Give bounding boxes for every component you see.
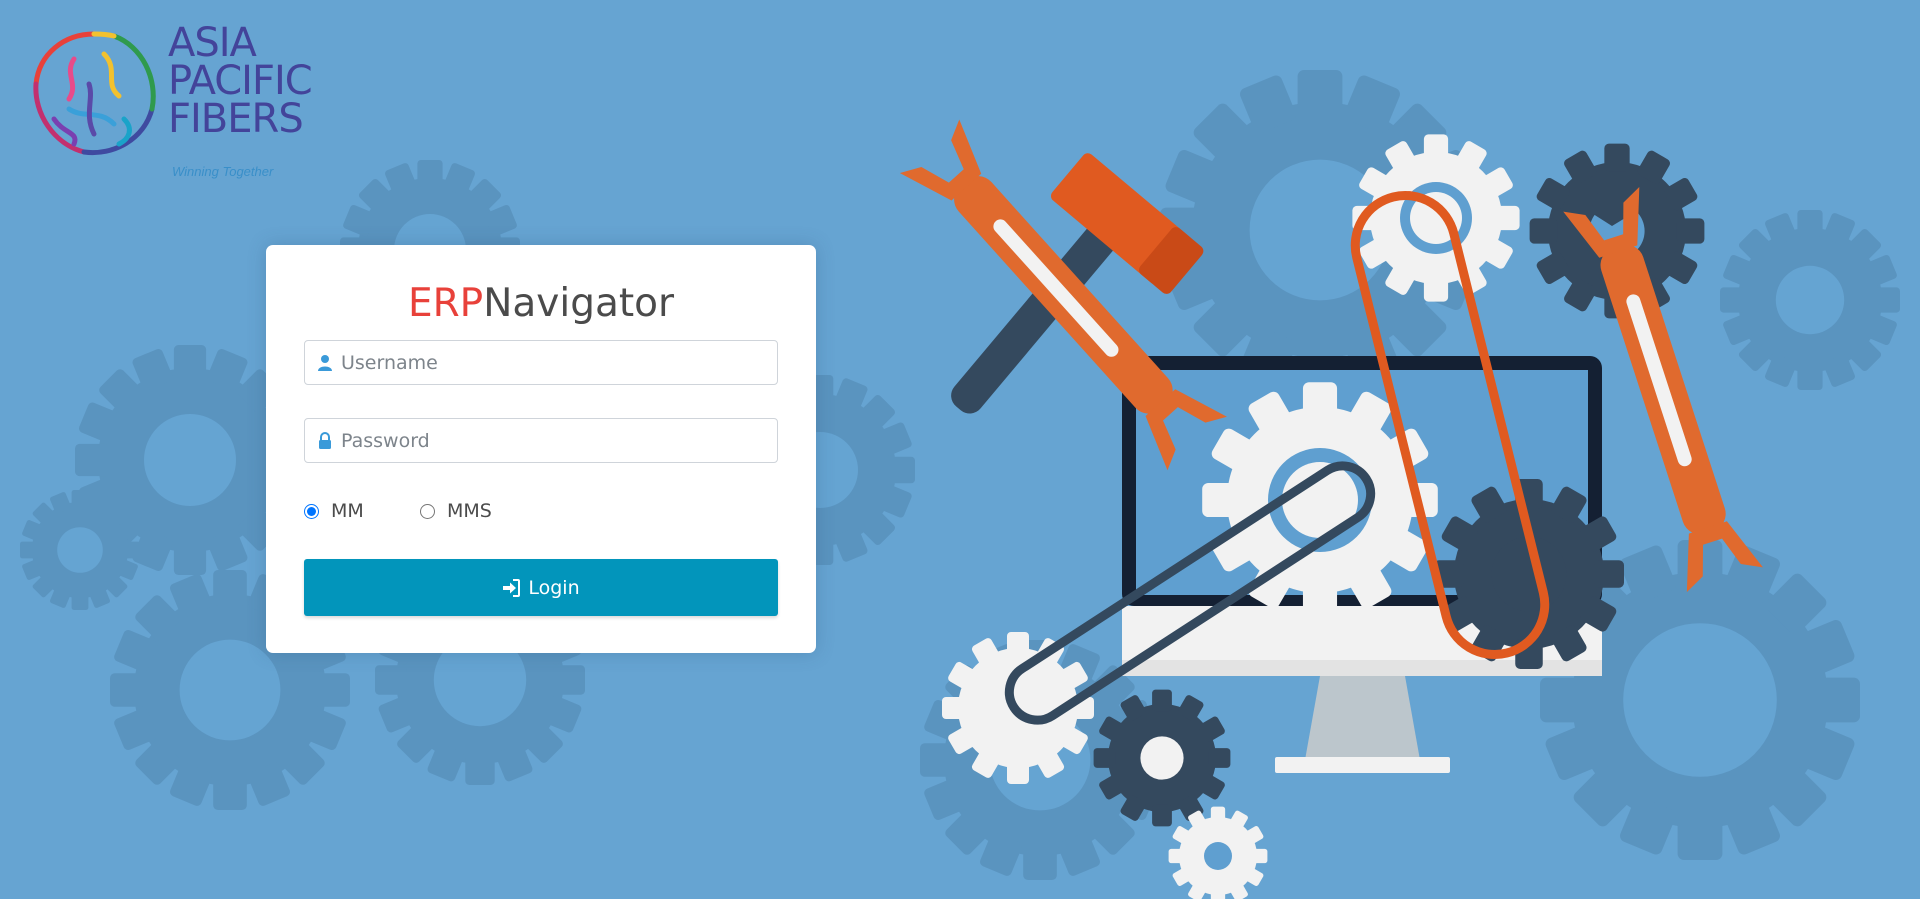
password-input[interactable]: [341, 419, 771, 462]
maintenance-illustration: [900, 119, 1763, 899]
login-card: ERPNavigator MM MMS Login: [266, 245, 816, 653]
username-field[interactable]: [304, 340, 778, 385]
logo-line-3: FIBERS: [168, 96, 304, 142]
logo-line-1: ASIA: [168, 20, 257, 66]
radio-mm-label: MM: [331, 500, 364, 522]
user-icon: [318, 355, 332, 371]
login-button-label: Login: [528, 576, 580, 599]
sign-in-icon: [503, 578, 521, 597]
logo-line-2: PACIFIC: [168, 58, 313, 104]
lock-icon: [319, 432, 331, 449]
radio-option-mm[interactable]: MM: [304, 500, 364, 522]
radio-mm-input[interactable]: [304, 503, 319, 519]
logo-wordmark: ASIA PACIFIC FIBERS: [168, 20, 313, 142]
password-field[interactable]: [304, 418, 778, 463]
app-title-accent: ERP: [407, 281, 484, 326]
radio-option-mms[interactable]: MMS: [420, 500, 492, 522]
company-logo: ASIA PACIFIC FIBERS Winning Together: [24, 20, 344, 184]
app-title-rest: Navigator: [483, 281, 675, 326]
module-selector: MM MMS: [304, 500, 778, 530]
login-button[interactable]: Login: [304, 559, 778, 616]
username-input[interactable]: [341, 341, 771, 384]
logo-emblem-icon: [33, 31, 156, 156]
logo-tagline: Winning Together: [172, 164, 274, 179]
radio-mms-input[interactable]: [420, 503, 435, 519]
app-title: ERPNavigator: [266, 281, 816, 327]
radio-mms-label: MMS: [447, 500, 492, 522]
